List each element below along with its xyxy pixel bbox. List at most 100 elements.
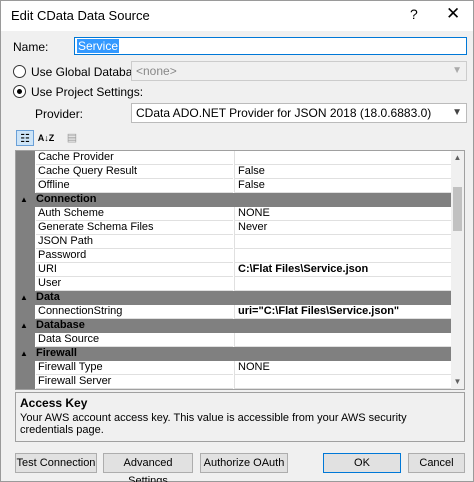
row-gutter — [16, 389, 35, 390]
property-value[interactable]: NONE — [234, 361, 452, 375]
property-row[interactable]: Firewall Server — [16, 375, 452, 389]
property-row[interactable]: Cache Provider — [16, 151, 452, 165]
property-value[interactable] — [234, 235, 452, 249]
property-row[interactable]: Offline False — [16, 179, 452, 193]
property-pages-icon[interactable]: ▤ — [63, 130, 81, 146]
advanced-settings-button[interactable]: Advanced Settings — [103, 453, 193, 482]
provider-select[interactable]: CData ADO.NET Provider for JSON 2018 (18… — [131, 103, 467, 123]
property-row[interactable]: JSON Path — [16, 235, 452, 249]
property-row[interactable]: Generate Schema Files Never — [16, 221, 452, 235]
use-project-settings-label: Use Project Settings: — [31, 85, 144, 99]
description-panel: Access Key Your AWS account access key. … — [15, 392, 465, 442]
property-row[interactable] — [16, 389, 452, 390]
property-row[interactable]: URI C:\Flat Files\Service.json — [16, 263, 452, 277]
category-label: Data — [36, 291, 60, 303]
collapse-icon[interactable]: ▲ — [20, 347, 28, 360]
row-gutter — [16, 361, 35, 375]
property-value[interactable] — [234, 389, 452, 390]
window-title: Edit CData Data Source — [11, 8, 150, 23]
category-row[interactable]: ▲ Firewall — [16, 347, 452, 361]
property-name: Firewall Server — [36, 375, 233, 389]
row-gutter — [16, 235, 35, 249]
property-row[interactable]: Cache Query Result False — [16, 165, 452, 179]
name-label: Name: — [13, 40, 49, 54]
scroll-down-icon[interactable]: ▼ — [451, 375, 464, 389]
property-name: Generate Schema Files — [36, 221, 233, 235]
property-name: JSON Path — [36, 235, 233, 249]
property-row[interactable]: Firewall Type NONE — [16, 361, 452, 375]
row-gutter — [16, 375, 35, 389]
property-value[interactable]: False — [234, 179, 452, 193]
category-label: Connection — [36, 193, 97, 205]
authorize-oauth-button[interactable]: Authorize OAuth — [200, 453, 288, 473]
sort-alphabetical-icon[interactable]: A↓Z — [37, 130, 55, 146]
row-gutter — [16, 207, 35, 221]
property-name: Offline — [36, 179, 233, 193]
property-name: Auth Scheme — [36, 207, 233, 221]
name-input-value: Service — [77, 39, 120, 53]
property-name: User — [36, 277, 233, 291]
name-input[interactable]: Service — [74, 37, 467, 55]
property-name: Cache Provider — [36, 151, 233, 165]
property-name — [36, 389, 233, 390]
property-row[interactable]: Data Source — [16, 333, 452, 347]
global-database-select[interactable]: <none> ▼ — [131, 61, 467, 81]
use-project-settings-radio[interactable] — [13, 85, 26, 98]
scroll-up-icon[interactable]: ▲ — [451, 151, 464, 165]
property-value[interactable]: False — [234, 165, 452, 179]
property-value[interactable] — [234, 277, 452, 291]
category-row[interactable]: ▲ Data — [16, 291, 452, 305]
row-gutter — [16, 221, 35, 235]
property-value[interactable] — [234, 249, 452, 263]
collapse-icon[interactable]: ▲ — [20, 319, 28, 332]
property-name: Cache Query Result — [36, 165, 233, 179]
use-global-database-radio[interactable] — [13, 65, 26, 78]
property-value[interactable]: uri="C:\Flat Files\Service.json" — [234, 305, 452, 319]
category-row[interactable]: ▲ Connection — [16, 193, 452, 207]
row-gutter — [16, 249, 35, 263]
scroll-thumb[interactable] — [453, 187, 462, 231]
provider-value: CData ADO.NET Provider for JSON 2018 (18… — [136, 106, 432, 120]
property-value[interactable]: C:\Flat Files\Service.json — [234, 263, 452, 277]
collapse-icon[interactable]: ▲ — [20, 291, 28, 304]
ok-button[interactable]: OK — [323, 453, 401, 473]
description-title: Access Key — [20, 396, 88, 410]
cancel-button[interactable]: Cancel — [408, 453, 465, 473]
property-value[interactable] — [234, 151, 452, 165]
property-value[interactable]: Never — [234, 221, 452, 235]
property-row[interactable]: Auth Scheme NONE — [16, 207, 452, 221]
row-gutter — [16, 263, 35, 277]
row-gutter — [16, 333, 35, 347]
test-connection-button[interactable]: Test Connection — [15, 453, 97, 473]
row-gutter — [16, 305, 35, 319]
property-value[interactable]: NONE — [234, 207, 452, 221]
property-row[interactable]: Password — [16, 249, 452, 263]
edit-data-source-dialog: Edit CData Data Source ? ✕ Name: Service… — [0, 0, 474, 482]
category-label: Database — [36, 319, 85, 331]
category-row[interactable]: ▲ Database — [16, 319, 452, 333]
property-grid[interactable]: Cache Provider Cache Query Result False Off… — [15, 150, 465, 390]
property-row[interactable]: ConnectionString uri="C:\Flat Files\Servi… — [16, 305, 452, 319]
chevron-down-icon: ▼ — [452, 65, 462, 76]
description-text: Your AWS account access key. This value … — [20, 412, 407, 436]
grid-scrollbar[interactable]: ▲ ▼ — [451, 151, 464, 389]
property-name: Firewall Type — [36, 361, 233, 375]
property-value[interactable] — [234, 375, 452, 389]
help-icon[interactable]: ? — [410, 6, 418, 22]
provider-label: Provider: — [35, 107, 84, 121]
property-name: ConnectionString — [36, 305, 233, 319]
row-gutter — [16, 165, 35, 179]
property-name: Password — [36, 249, 233, 263]
row-gutter — [16, 151, 35, 165]
title-bar: Edit CData Data Source ? ✕ — [1, 1, 473, 31]
collapse-icon[interactable]: ▲ — [20, 193, 28, 206]
chevron-down-icon: ▼ — [452, 107, 462, 118]
category-label: Firewall — [36, 347, 77, 359]
property-name: URI — [36, 263, 233, 277]
row-gutter — [16, 179, 35, 193]
close-icon[interactable]: ✕ — [446, 4, 460, 24]
categorized-view-icon[interactable]: ☷ — [16, 130, 34, 146]
property-name: Data Source — [36, 333, 233, 347]
property-row[interactable]: User — [16, 277, 452, 291]
property-value[interactable] — [234, 333, 452, 347]
